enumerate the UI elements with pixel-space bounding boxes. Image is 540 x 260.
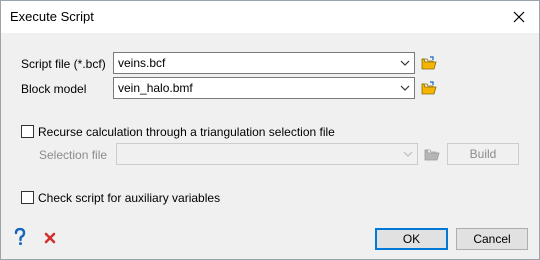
check-script-checkbox[interactable] — [21, 191, 34, 204]
selection-file-label: Selection file — [39, 148, 108, 162]
chevron-down-icon — [400, 85, 410, 91]
selection-file-combo[interactable] — [116, 143, 418, 165]
question-mark-icon[interactable] — [13, 228, 27, 246]
window-title: Execute Script — [10, 9, 94, 24]
script-file-value: veins.bcf — [118, 56, 166, 70]
close-icon — [513, 11, 525, 23]
title-bar: Execute Script — [1, 1, 539, 33]
block-model-combo[interactable]: vein_halo.bmf — [113, 77, 415, 99]
recurse-checkbox[interactable] — [21, 125, 34, 138]
script-file-label: Script file (*.bcf) — [21, 57, 106, 71]
block-model-label: Block model — [21, 82, 87, 96]
selection-file-browse-folder-icon[interactable] — [424, 147, 440, 161]
cancel-button[interactable]: Cancel — [456, 228, 528, 250]
check-script-label: Check script for auxiliary variables — [38, 191, 221, 205]
execute-script-dialog: Execute Script Script file (*.bcf) veins… — [0, 0, 540, 260]
chevron-down-icon — [403, 151, 413, 157]
block-model-browse-folder-icon[interactable] — [421, 81, 437, 95]
script-file-browse-folder-icon[interactable] — [421, 56, 437, 70]
chevron-down-icon — [400, 60, 410, 66]
recurse-label: Recurse calculation through a triangulat… — [38, 125, 335, 139]
close-button[interactable] — [505, 5, 533, 29]
script-file-combo[interactable]: veins.bcf — [113, 52, 415, 74]
red-x-icon[interactable] — [44, 232, 56, 244]
build-button[interactable]: Build — [447, 143, 519, 165]
ok-button[interactable]: OK — [375, 228, 448, 250]
block-model-value: vein_halo.bmf — [118, 81, 193, 95]
